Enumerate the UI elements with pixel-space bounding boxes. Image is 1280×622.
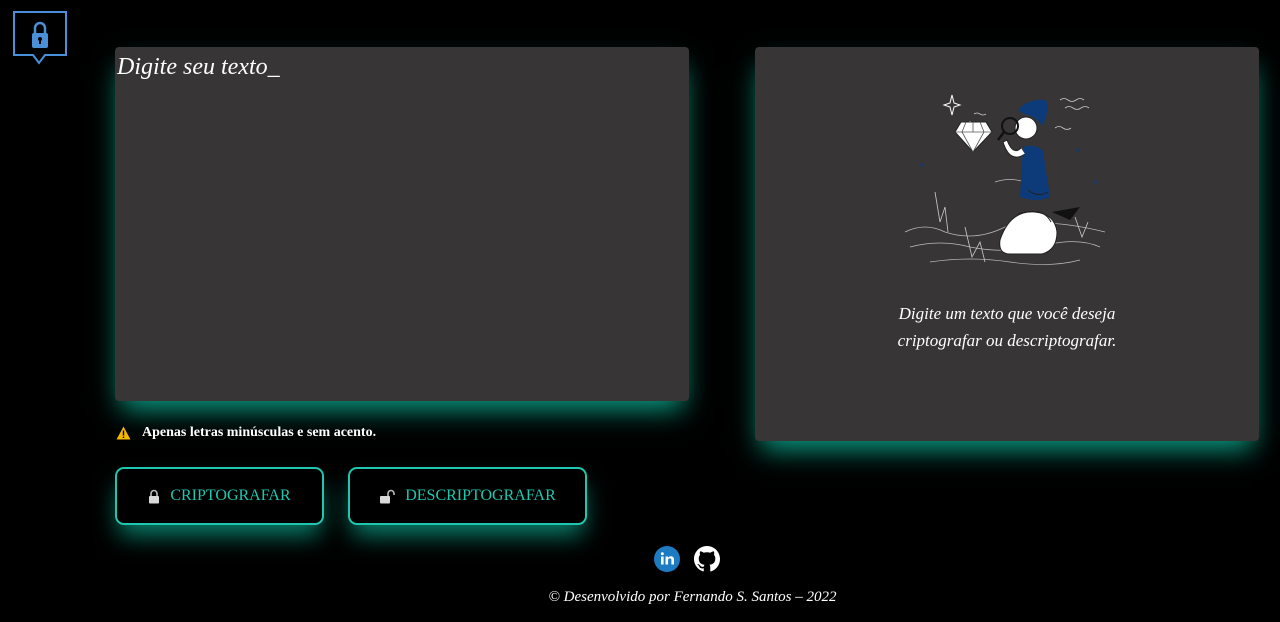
linkedin-icon <box>654 546 680 572</box>
text-input[interactable] <box>115 47 689 401</box>
padlock-icon <box>13 11 67 65</box>
lock-closed-icon <box>148 489 160 504</box>
warning-text: Apenas letras minúsculas e sem acento. <box>142 425 377 440</box>
social-links <box>654 546 720 572</box>
logo[interactable] <box>12 10 68 66</box>
github-icon <box>694 546 720 572</box>
output-message-line1: Digite um texto que você deseja <box>898 304 1116 323</box>
output-message: Digite um texto que você deseja criptogr… <box>755 300 1259 354</box>
output-panel: Digite um texto que você deseja criptogr… <box>755 47 1259 441</box>
page: Apenas letras minúsculas e sem acento. C… <box>0 0 1280 622</box>
footer-credit-text: © Desenvolvido por Fernando S. Santos – … <box>548 589 837 605</box>
person-with-magnifier-and-diamond-illustration <box>904 94 1106 265</box>
lock-open-icon <box>379 489 396 504</box>
output-message-line2: criptografar ou descriptografar. <box>897 331 1117 350</box>
footer-credit: © Desenvolvido por Fernando S. Santos – … <box>0 589 1280 606</box>
decrypt-button-label: DESCRIPTOGRAFAR <box>405 487 556 504</box>
warning-message: Apenas letras minúsculas e sem acento. <box>116 425 376 441</box>
linkedin-link[interactable] <box>654 546 680 572</box>
decrypt-button[interactable]: DESCRIPTOGRAFAR <box>348 467 587 525</box>
warning-icon <box>116 426 131 440</box>
encrypt-button-label: CRIPTOGRAFAR <box>170 487 291 504</box>
encrypt-button[interactable]: CRIPTOGRAFAR <box>115 467 324 525</box>
github-link[interactable] <box>694 546 720 572</box>
input-panel <box>115 47 689 401</box>
